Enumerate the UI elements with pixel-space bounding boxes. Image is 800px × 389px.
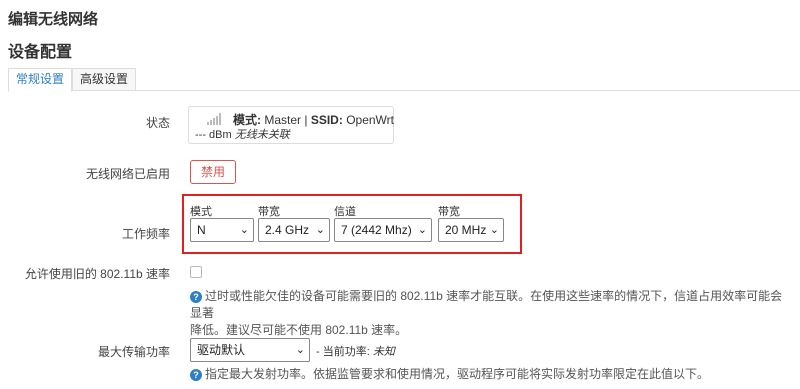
legacy-help-line1: 过时或性能欠佳的设备可能需要旧的 802.11b 速率才能互联。在使用这些速率的… [190,289,783,320]
chevron-down-icon: ⌄ [315,224,325,236]
mode-value: Master [264,113,302,127]
ssid-value: OpenWrt [346,113,394,127]
status-signal-line: --- dBm 无线未关联 [195,126,290,142]
mode-select[interactable]: N ⌄ [190,218,254,242]
legacy-rates-checkbox[interactable] [190,266,202,278]
separator: | [304,113,308,127]
band-sublabel: 带宽 [258,206,280,218]
wireless-enabled-label: 无线网络已启用 [85,167,170,181]
disable-button[interactable]: 禁用 [190,160,236,184]
chevron-down-icon: ⌄ [417,224,427,236]
chevron-down-icon: ⌄ [489,224,499,236]
window-title: 编辑无线网络 [8,11,99,28]
width-select-value: 20 MHz [445,223,487,237]
tab-advanced[interactable]: 高级设置 [72,68,137,90]
channel-select-value: 7 (2442 Mhz) [341,223,412,237]
ssid-key: SSID: [310,113,343,127]
status-label: 状态 [145,116,170,130]
width-sublabel: 带宽 [438,206,460,218]
chevron-down-icon: ⌄ [295,344,305,356]
tx-power-select[interactable]: 驱动默认 ⌄ [190,338,310,362]
frequency-label: 工作频率 [121,227,170,241]
legacy-help-line2: 降低。建议尽可能不使用 802.11b 速率。 [190,323,408,337]
mode-sublabel: 模式 [190,206,212,218]
legacy-rates-help: ? 过时或性能欠佳的设备可能需要旧的 802.11b 速率才能互联。在使用这些速率… [190,288,790,339]
tx-power-select-value: 驱动默认 [197,343,246,357]
association-status: 无线未关联 [234,129,290,141]
current-power-prefix: - 当前功率: [316,346,370,358]
section-title: 设备配置 [8,44,73,61]
signal-strength-icon [207,113,221,125]
tab-general[interactable]: 常规设置 [8,68,73,92]
mode-key: 模式: [233,113,261,127]
width-select[interactable]: 20 MHz ⌄ [438,218,504,242]
status-box: 模式: Master | SSID: OpenWrt --- dBm 无线未关联 [188,106,394,144]
signal-dbm: --- dBm [195,129,232,141]
channel-sublabel: 信道 [334,206,356,218]
question-icon: ? [190,368,202,381]
mode-select-value: N [197,223,206,237]
band-select[interactable]: 2.4 GHz ⌄ [258,218,330,242]
tab-bar: 常规设置 高级设置 [8,68,800,92]
channel-select[interactable]: 7 (2442 Mhz) ⌄ [334,218,432,242]
current-power-value: 未知 [372,346,395,358]
band-select-value: 2.4 GHz [265,223,310,237]
tx-power-help: ? 指定最大发射功率。依据监管要求和使用情况，驱动程序可能将实际发射功率限定在此值… [190,366,790,383]
tx-power-help-text: 指定最大发射功率。依据监管要求和使用情况，驱动程序可能将实际发射功率限定在此值以… [205,367,710,381]
current-power: - 当前功率: 未知 [316,343,395,359]
chevron-down-icon: ⌄ [239,224,249,236]
tx-power-label: 最大传输功率 [97,345,170,359]
legacy-rates-label: 允许使用旧的 802.11b 速率 [24,267,170,281]
question-icon: ? [190,290,202,303]
